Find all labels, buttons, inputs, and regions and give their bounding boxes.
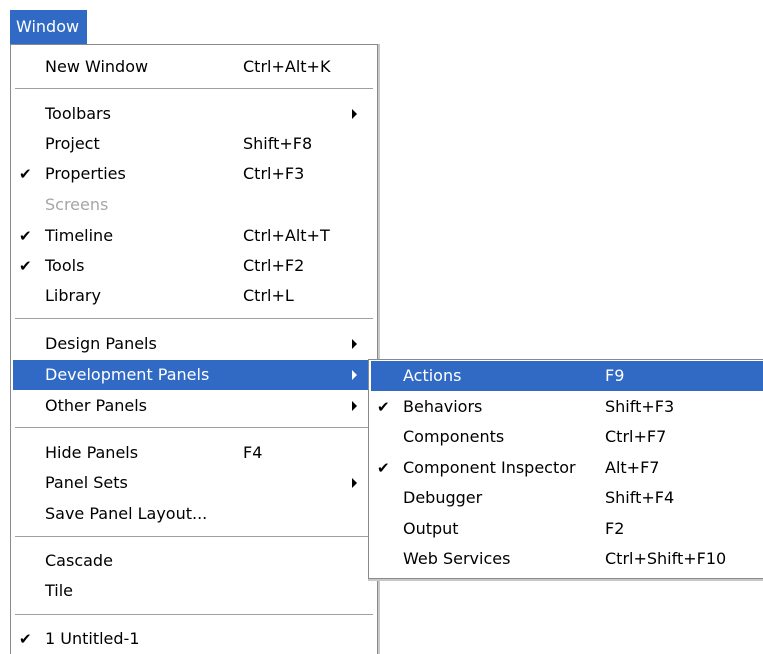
submenu-arrow-icon (352, 339, 357, 349)
menu-item-shortcut: Ctrl+Shift+F10 (605, 549, 727, 568)
submenu-arrow-icon (352, 109, 357, 119)
menu-item-label: Project (45, 134, 100, 153)
menu-item-design-panels[interactable]: Design Panels (13, 329, 375, 359)
menu-item-label: 1 Untitled-1 (45, 629, 140, 648)
development-panels-submenu: Actions F9 ✔ Behaviors Shift+F3 Componen… (368, 359, 763, 579)
menu-item-label: Tile (45, 581, 74, 600)
menu-item-label: Timeline (45, 226, 114, 245)
checkmark-icon: ✔ (19, 630, 32, 648)
checkmark-icon: ✔ (19, 227, 32, 245)
menu-item-shortcut: F2 (605, 519, 625, 538)
menu-item-cascade[interactable]: Cascade (13, 546, 375, 576)
menu-separator (15, 88, 373, 90)
menu-item-label: Cascade (45, 551, 113, 570)
menu-item-shortcut: Ctrl+F2 (243, 256, 305, 275)
submenu-item-component-inspector[interactable]: ✔ Component Inspector Alt+F7 (371, 453, 763, 483)
submenu-item-output[interactable]: Output F2 (371, 514, 763, 544)
checkmark-icon: ✔ (19, 257, 32, 275)
menu-item-label: Tools (45, 256, 85, 275)
menu-item-properties[interactable]: ✔ Properties Ctrl+F3 (13, 159, 375, 189)
menu-item-shortcut: Ctrl+Alt+K (243, 57, 331, 76)
menu-item-shortcut: F4 (243, 443, 263, 462)
menu-item-shortcut: Ctrl+Alt+T (243, 226, 330, 245)
menu-item-tools[interactable]: ✔ Tools Ctrl+F2 (13, 251, 375, 281)
submenu-arrow-icon (352, 370, 357, 380)
menu-item-label: Screens (45, 195, 109, 214)
menu-item-label: Components (403, 427, 505, 446)
submenu-item-debugger[interactable]: Debugger Shift+F4 (371, 483, 763, 513)
menu-item-label: Properties (45, 164, 126, 183)
menu-item-label: Actions (403, 366, 462, 385)
menu-separator (15, 427, 373, 429)
menu-item-library[interactable]: Library Ctrl+L (13, 281, 375, 311)
menu-item-save-panel-layout[interactable]: Save Panel Layout... (13, 499, 375, 529)
menu-item-label: Toolbars (45, 104, 111, 123)
menu-item-label: Component Inspector (403, 458, 576, 477)
menu-separator (15, 536, 373, 538)
menu-item-development-panels[interactable]: Development Panels (13, 360, 375, 390)
checkmark-icon: ✔ (19, 165, 32, 183)
submenu-item-web-services[interactable]: Web Services Ctrl+Shift+F10 (371, 544, 763, 574)
submenu-item-actions[interactable]: Actions F9 (371, 361, 763, 391)
menu-item-hide-panels[interactable]: Hide Panels F4 (13, 438, 375, 468)
menu-item-shortcut: Alt+F7 (605, 458, 660, 477)
menu-item-project[interactable]: Project Shift+F8 (13, 129, 375, 159)
menu-item-other-panels[interactable]: Other Panels (13, 391, 375, 421)
submenu-item-behaviors[interactable]: ✔ Behaviors Shift+F3 (371, 392, 763, 422)
menu-item-label: Other Panels (45, 396, 148, 415)
menu-item-label: Save Panel Layout... (45, 504, 208, 523)
menu-item-screens: Screens (13, 190, 375, 220)
menu-item-new-window[interactable]: New Window Ctrl+Alt+K (13, 52, 375, 82)
menu-item-shortcut: Shift+F4 (605, 488, 675, 507)
menu-item-toolbars[interactable]: Toolbars (13, 99, 375, 129)
window-menu-dropdown: New Window Ctrl+Alt+K Toolbars Project S… (10, 44, 378, 654)
menu-item-label: Panel Sets (45, 473, 128, 492)
menu-item-label: Hide Panels (45, 443, 139, 462)
menu-item-label: Web Services (403, 549, 511, 568)
menu-item-label: Behaviors (403, 397, 483, 416)
checkmark-icon: ✔ (377, 459, 390, 477)
menu-item-shortcut: Ctrl+F7 (605, 427, 667, 446)
menu-item-shortcut: Shift+F8 (243, 134, 313, 153)
menu-item-label: Library (45, 286, 101, 305)
menu-item-label: New Window (45, 57, 149, 76)
menu-separator (15, 318, 373, 320)
menu-item-tile[interactable]: Tile (13, 576, 375, 606)
menu-item-label: Output (403, 519, 459, 538)
menu-item-label: Debugger (403, 488, 483, 507)
checkmark-icon: ✔ (377, 398, 390, 416)
menu-item-label: Design Panels (45, 334, 157, 353)
submenu-arrow-icon (352, 478, 357, 488)
menu-item-shortcut: Ctrl+L (243, 286, 294, 305)
menu-item-panel-sets[interactable]: Panel Sets (13, 468, 375, 498)
menu-item-label: Development Panels (45, 365, 210, 384)
menu-separator (15, 614, 373, 616)
menu-item-timeline[interactable]: ✔ Timeline Ctrl+Alt+T (13, 221, 375, 251)
menu-window[interactable]: Window (10, 10, 88, 44)
menu-item-shortcut: F9 (605, 366, 625, 385)
submenu-arrow-icon (352, 401, 357, 411)
menu-item-untitled-1[interactable]: ✔ 1 Untitled-1 (13, 624, 375, 654)
menu-item-shortcut: Shift+F3 (605, 397, 675, 416)
menu-item-shortcut: Ctrl+F3 (243, 164, 305, 183)
submenu-item-components[interactable]: Components Ctrl+F7 (371, 422, 763, 452)
